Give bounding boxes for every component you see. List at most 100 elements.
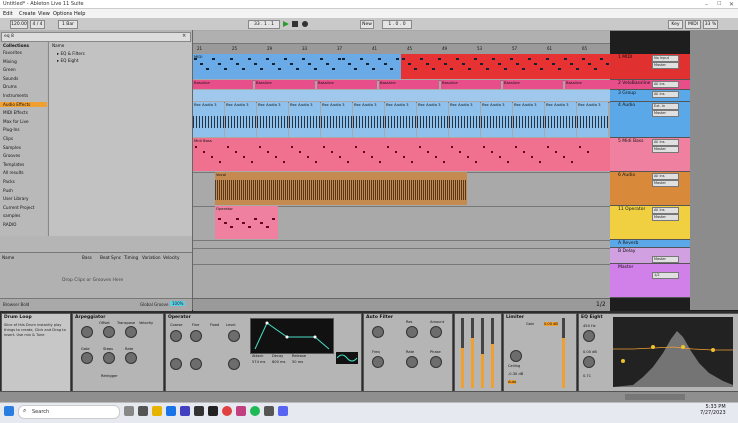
sidebar-item-max-for-live[interactable]: Max for Live (3, 119, 29, 124)
track-name[interactable]: Master (618, 265, 633, 270)
teams-icon[interactable] (180, 406, 190, 416)
maximize-icon[interactable]: ☐ (717, 1, 721, 7)
clip[interactable]: Rec Audio 3 (577, 102, 608, 137)
track-name[interactable]: 6 Audio (618, 173, 635, 178)
clip[interactable]: Rec Audio 3 (417, 102, 448, 137)
track-header[interactable]: Master 1/2 (610, 264, 690, 298)
knob[interactable] (583, 356, 595, 368)
chrome-icon[interactable] (222, 406, 232, 416)
clip[interactable]: Rec Audio 3 (353, 102, 384, 137)
fader-track[interactable] (461, 318, 464, 388)
knob[interactable] (103, 326, 115, 338)
app-icon-2[interactable] (236, 406, 246, 416)
clip[interactable]: Rec Audio 3 (513, 102, 544, 137)
track-header[interactable]: 2 VeloBassline All Ins (610, 80, 690, 90)
close-icon[interactable]: ✕ (729, 1, 734, 8)
record-icon[interactable] (302, 21, 308, 27)
track-name[interactable]: 4 Audio (618, 103, 635, 108)
track-input-select[interactable]: All Ins (652, 207, 679, 214)
clip[interactable]: Operator (215, 206, 278, 239)
browser-search-input[interactable]: eq 8 × (1, 32, 191, 42)
track-output-select[interactable]: Master (652, 146, 679, 153)
envelope-display[interactable] (250, 318, 334, 354)
knob[interactable] (170, 330, 182, 342)
stop-icon[interactable] (292, 21, 298, 27)
app-icon[interactable] (194, 406, 204, 416)
knob[interactable] (81, 326, 93, 338)
track-lane[interactable]: Rec Audio 3 Rec Audio 3 Rec Audio 3 Rec Aud… (193, 102, 610, 139)
track-name[interactable]: 11 Operator (618, 207, 645, 212)
track-lane[interactable]: MIDI (193, 54, 610, 81)
taskbar-search-input[interactable]: ⌕ Search (18, 405, 120, 419)
sidebar-item-grooves[interactable]: Grooves (3, 153, 20, 158)
clip[interactable]: Rec Audio 3 (289, 102, 320, 137)
release-value[interactable]: Auto (508, 380, 517, 384)
file-explorer-icon[interactable] (152, 406, 162, 416)
knob[interactable] (103, 352, 115, 364)
time-signature-field[interactable]: 4 / 4 (30, 20, 45, 29)
track-output-select[interactable]: Master (652, 110, 679, 117)
knob[interactable] (190, 330, 202, 342)
track-name[interactable]: A Reverb (618, 241, 638, 246)
knob[interactable] (125, 326, 137, 338)
track-header[interactable]: 5 Midi Bass All Ins Master (610, 138, 690, 172)
track-header[interactable]: A Reverb (610, 240, 690, 248)
sidebar-item-drums[interactable]: Drums (3, 84, 17, 89)
track-header[interactable]: 3 Group All Ins (610, 90, 690, 102)
track-lane[interactable]: Vocal (193, 172, 610, 207)
sidebar-item-plug-ins[interactable]: Plug-Ins (3, 127, 20, 132)
sidebar-item-audio-effects[interactable]: Audio Effects (0, 101, 47, 107)
env-value[interactable]: 50 ms (292, 360, 303, 364)
global-groove-amount[interactable]: 100% (170, 301, 186, 306)
quantization-select[interactable]: 1 Bar (58, 20, 78, 29)
clip[interactable]: Rec Audio 3 (449, 102, 480, 137)
track-header[interactable]: 11 Operator All Ins Master (610, 206, 690, 240)
key-map-button[interactable]: Key (668, 20, 683, 29)
sidebar-item-templates[interactable]: Templates (3, 162, 24, 167)
knob[interactable] (228, 330, 240, 342)
track-input-select[interactable]: All Ins (652, 173, 679, 180)
sidebar-item-mixing[interactable]: Mixing (3, 59, 17, 64)
loop-end-field[interactable]: 1 . 0 . 0 (382, 20, 412, 29)
knob[interactable] (406, 326, 418, 338)
knob[interactable] (430, 326, 442, 338)
ceiling-value[interactable]: -0.30 dB (508, 372, 523, 376)
eq-freq-value[interactable]: 450 Hz (583, 324, 596, 328)
search-clear-icon[interactable]: × (182, 33, 186, 39)
clip[interactable]: Bassline (193, 80, 253, 89)
clip[interactable]: Vocal (215, 172, 467, 205)
track-header[interactable]: 6 Audio All Ins Master (610, 172, 690, 206)
sidebar-item-midi-effects[interactable]: MIDI Effects (3, 110, 28, 115)
knob[interactable] (125, 352, 137, 364)
knob[interactable] (190, 358, 202, 370)
sidebar-item-favorites[interactable]: Favorites (3, 50, 22, 55)
track-input-select[interactable]: Ext. In (652, 103, 679, 110)
track-name[interactable]: 3 Group (618, 91, 636, 96)
track-input-select[interactable]: All Ins (652, 91, 679, 98)
track-lane[interactable] (193, 248, 610, 265)
env-value[interactable]: 574 ms (252, 360, 265, 364)
sidebar-item-green[interactable]: Green (3, 67, 16, 72)
menu-view[interactable]: View (38, 11, 50, 17)
spotify-icon[interactable] (250, 406, 260, 416)
sidebar-item-current-project[interactable]: Current Project (3, 205, 34, 210)
menu-options[interactable]: Options (53, 11, 72, 17)
track-name[interactable]: B Delay (618, 249, 635, 254)
knob[interactable] (372, 326, 384, 338)
track-output-select[interactable]: Master (652, 180, 679, 187)
windows-start-icon[interactable] (4, 406, 14, 416)
clip[interactable] (341, 54, 401, 79)
widgets-icon[interactable] (138, 406, 148, 416)
clip[interactable]: Rec Audio 3 (321, 102, 352, 137)
clip[interactable]: Rec Audio 3 (481, 102, 512, 137)
knob[interactable] (510, 350, 522, 362)
track-name[interactable]: 5 Midi Bass (618, 139, 644, 144)
sidebar-item-instruments[interactable]: Instruments (3, 93, 28, 98)
clip[interactable]: Rec Audio 3 (385, 102, 416, 137)
edge-icon[interactable] (166, 406, 176, 416)
menu-help[interactable]: Help (74, 11, 85, 17)
fader-track[interactable] (481, 318, 484, 388)
clip[interactable]: Midi Bass (193, 138, 610, 171)
fader-track[interactable] (471, 318, 474, 388)
track-output-select[interactable]: Master (652, 214, 679, 221)
